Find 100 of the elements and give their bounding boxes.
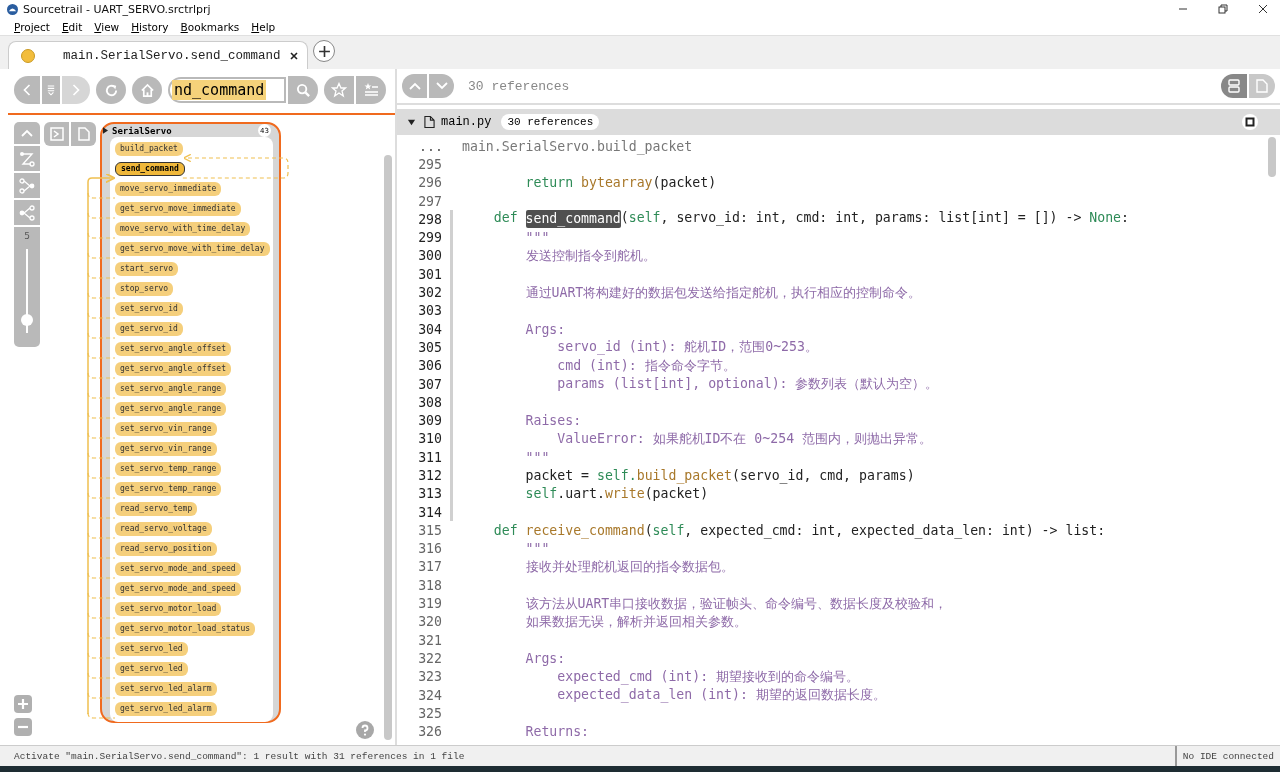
method-node[interactable]: get_servo_led_alarm [115,702,217,716]
method-node[interactable]: move_servo_immediate [115,182,222,196]
bookmarks-list-button[interactable] [356,76,386,104]
previous-reference-button[interactable] [402,74,427,98]
single-file-button[interactable] [1249,74,1275,98]
graph-layout-button[interactable] [14,200,40,225]
code-token[interactable]: write [604,486,645,502]
next-reference-button[interactable] [429,74,454,98]
line-number: 319 [417,596,442,612]
restore-icon[interactable] [1218,4,1228,14]
method-node[interactable]: set_servo_id [115,302,183,316]
close-icon[interactable] [289,50,299,61]
code-token: Returns: [524,724,590,740]
method-node[interactable]: get_servo_temp_range [115,482,222,496]
method-node[interactable]: get_servo_led [115,662,188,676]
method-node[interactable]: get_servo_move_immediate [115,202,241,216]
method-node[interactable]: set_servo_temp_range [115,462,222,476]
bookmark-button[interactable] [324,76,354,104]
method-node[interactable]: read_servo_position [115,542,217,556]
line-number: 296 [417,175,442,191]
method-node[interactable]: set_servo_motor_load [115,602,222,616]
line-number: 304 [417,321,442,337]
method-node[interactable]: set_servo_led_alarm [115,682,217,696]
method-node[interactable]: set_servo_vin_range [115,422,217,436]
code-token: """ [524,449,550,465]
collapse-button[interactable] [14,122,40,144]
method-node[interactable]: get_servo_mode_and_speed [115,582,241,596]
graph-layout-button[interactable] [14,146,40,171]
method-node[interactable]: get_servo_id [115,322,183,336]
method-node[interactable]: set_servo_angle_offset [115,342,231,356]
line-number: 315 [417,522,442,538]
file-button[interactable] [71,122,96,146]
menu-item[interactable]: Help [251,20,276,33]
home-button[interactable] [132,76,162,104]
menu-item[interactable]: Bookmarks [180,20,240,33]
code-token: ( [644,522,653,538]
star-icon [331,82,347,98]
close-icon[interactable] [1258,4,1268,14]
method-node[interactable]: get_servo_angle_offset [115,362,231,376]
line-number: 310 [417,431,442,447]
new-tab-button[interactable] [313,40,335,62]
highlighted-symbol[interactable]: send_command [525,210,621,229]
method-node[interactable]: get_servo_move_with_time_delay [115,242,270,256]
method-node[interactable]: build_packet [115,142,183,156]
method-node[interactable]: set_servo_angle_range [115,382,227,396]
line-number: 307 [417,376,442,392]
code-token: (packet) [652,175,717,191]
method-node[interactable]: get_servo_angle_range [115,402,227,416]
method-node[interactable]: set_servo_led [115,642,188,656]
menu-item[interactable]: History [131,20,169,33]
menu-item[interactable]: View [94,20,120,33]
expand-arrow-icon[interactable] [103,127,108,134]
ellipsis-marker: ... [418,138,442,154]
graph-layout-button[interactable] [14,173,40,198]
list-icon [47,83,55,97]
tab[interactable]: main.SerialServo.send_command [8,41,308,69]
method-node[interactable]: read_servo_voltage [115,522,212,536]
zoom-in-button[interactable] [14,695,32,713]
code-token[interactable]: bytearray [581,175,653,191]
method-node[interactable]: stop_servo [115,282,174,296]
method-node[interactable]: get_servo_vin_range [115,442,217,456]
refresh-button[interactable] [96,76,126,104]
history-button[interactable] [42,76,60,104]
maximize-icon[interactable] [1242,114,1258,130]
expand-toggle[interactable] [407,117,416,127]
code-token[interactable]: receive_command [525,522,645,538]
chevron-up-icon [408,82,421,90]
line-number: 309 [417,413,442,429]
line-number: 299 [417,230,442,246]
code-token: 发送控制指令到舵机。 [524,246,656,265]
back-icon [22,82,32,98]
line-number: 320 [417,614,442,630]
code-token: """ [524,541,550,557]
code-token: (servo_id, cmd, params) [731,468,915,483]
method-node[interactable]: read_servo_temp [115,502,198,516]
class-node[interactable] [100,122,281,723]
menu-item[interactable]: Project [14,20,50,33]
method-node[interactable]: set_servo_mode_and_speed [115,562,241,576]
method-node[interactable]: get_servo_motor_load_status [115,622,256,636]
scrollbar[interactable] [1268,137,1276,177]
back-button[interactable] [14,76,40,104]
reference-badge: 30 references [501,114,600,130]
line-number: 305 [417,339,442,355]
line-number: 325 [417,705,442,721]
method-node[interactable]: start_servo [115,262,178,276]
method-node[interactable]: move_servo_with_time_delay [115,222,251,236]
code-token: 如果数据无误，解析并返回相关参数。 [524,612,747,631]
split-view-button[interactable] [1221,74,1247,98]
search-button[interactable] [288,76,318,104]
menu-item[interactable]: Edit [61,20,83,33]
code-token[interactable]: build_packet [636,468,732,483]
method-node[interactable]: send_command [115,162,185,176]
search-icon [295,82,311,98]
terminal-button[interactable] [44,122,69,146]
scrollbar[interactable] [384,155,392,740]
help-icon[interactable] [356,721,374,739]
zoom-out-button[interactable] [14,718,32,736]
search-field[interactable]: nd_command [168,77,286,103]
code-token: (packet) [644,486,709,502]
bookmark-list-icon [363,82,379,98]
